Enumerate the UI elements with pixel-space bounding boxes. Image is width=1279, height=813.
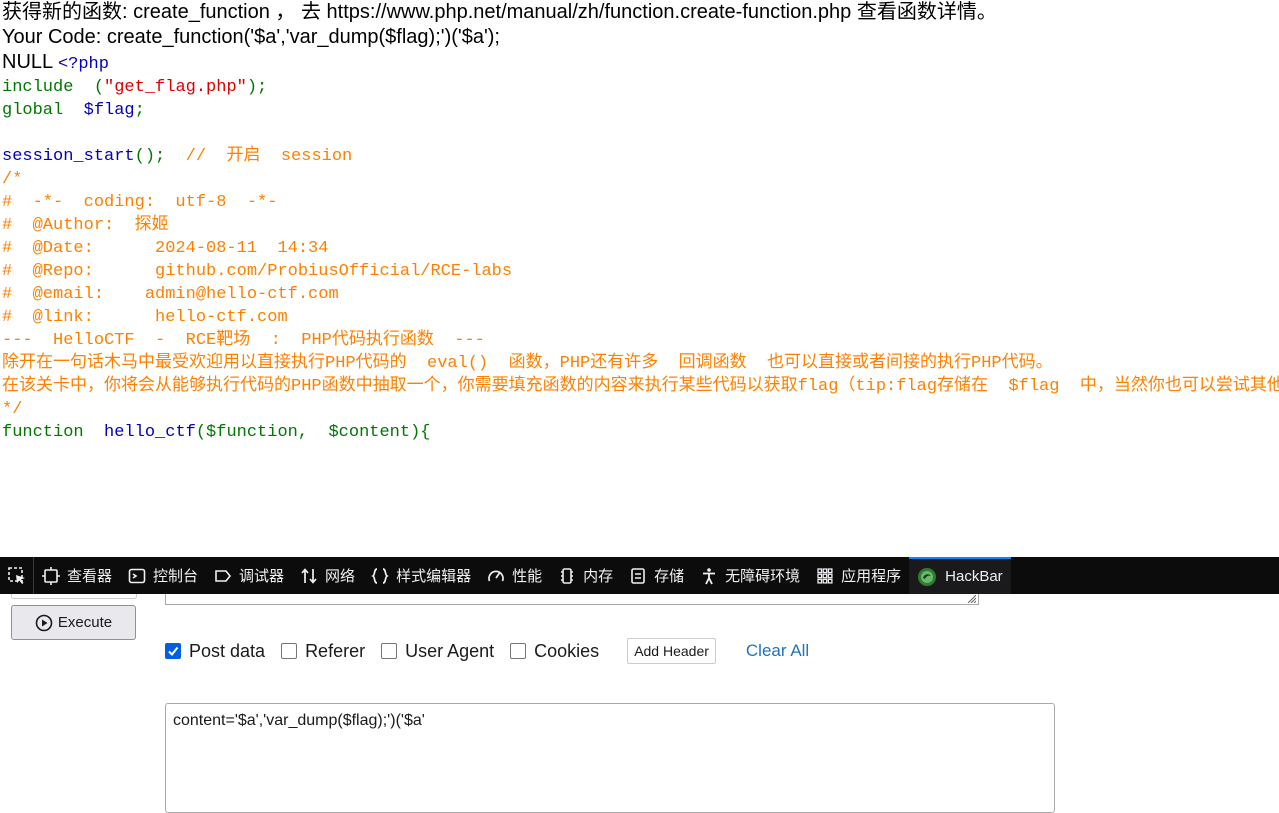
comment-line: # -*- coding: utf-8 -*-: [2, 193, 278, 212]
tab-hackbar[interactable]: HackBar: [909, 557, 1011, 594]
element-picker-icon: [7, 566, 25, 584]
tab-console[interactable]: 控制台: [120, 557, 206, 594]
global-end: ;: [134, 101, 145, 120]
intro-line: 获得新的函数: create_function ， 去 https://www.…: [2, 1, 997, 23]
function-keyword: function: [2, 423, 84, 442]
console-icon: [128, 567, 146, 585]
application-icon: [816, 567, 834, 585]
comment-line: 在该关卡中，你将会从能够执行代码的PHP函数中抽取一个，你需要填充函数的内容来执…: [2, 377, 1279, 396]
inspector-icon: [42, 566, 60, 585]
referer-checkbox[interactable]: [281, 643, 298, 659]
code-function-line: function hello_ctf($function, $content){: [0, 421, 1279, 444]
cookies-label: Cookies: [534, 640, 600, 661]
tab-debugger[interactable]: 调试器: [206, 557, 292, 594]
your-code-line: Your Code: create_function('$a','var_dum…: [2, 26, 500, 48]
tab-label: 网络: [325, 568, 356, 585]
session-paren: ();: [134, 147, 166, 166]
post-data-option[interactable]: Post data: [165, 641, 265, 662]
tab-label: 样式编辑器: [396, 568, 472, 585]
null-output: NULL: [2, 51, 58, 73]
user-agent-checkbox[interactable]: [381, 643, 398, 659]
comment-line: /*: [2, 170, 23, 189]
debugger-icon: [214, 567, 232, 585]
devtools-toolbar: 查看器 控制台 调试器 网络 样式编辑器 性能 内存 存储 无障碍环境 应用程序 HackBar: [0, 557, 1279, 594]
devtools-tabs: 查看器 控制台 调试器 网络 样式编辑器 性能 内存 存储 无障碍环境 应用程序 HackBar: [34, 557, 1011, 594]
comment-line: 除开在一句话木马中最受欢迎用以直接执行PHP代码的 eval() 函数，PHP还…: [2, 354, 1053, 373]
tab-performance[interactable]: 性能: [479, 557, 550, 594]
clear-all-link[interactable]: Clear All: [746, 641, 809, 661]
comment-line: # @Date: 2024-08-11 14:34: [2, 239, 329, 258]
tab-label: 存储: [654, 568, 685, 585]
hackbar-icon: [917, 567, 937, 587]
play-circle-icon: [35, 614, 53, 631]
session-comment: // 开启 session: [165, 147, 353, 166]
tab-application[interactable]: 应用程序: [808, 557, 909, 594]
tab-label: HackBar: [945, 568, 1003, 585]
comment-line: # @email: admin@hello-ctf.com: [2, 285, 339, 304]
performance-icon: [487, 567, 505, 585]
include-string: "get_flag.php": [104, 78, 247, 97]
include-paren: (: [73, 78, 105, 97]
cookies-option[interactable]: Cookies: [510, 641, 599, 662]
code-session-line: session_start(); // 开启 session: [0, 145, 1279, 168]
execute-button[interactable]: Execute: [11, 605, 136, 640]
execute-label: Execute: [57, 614, 113, 631]
cookies-checkbox[interactable]: [510, 643, 527, 659]
network-icon: [300, 567, 318, 585]
function-name: hello_ctf: [83, 423, 196, 442]
accessibility-icon: [700, 567, 718, 585]
add-header-button[interactable]: Add Header: [627, 638, 716, 664]
tab-inspector[interactable]: 查看器: [34, 557, 120, 594]
tab-label: 应用程序: [841, 568, 902, 585]
tab-label: 控制台: [153, 568, 199, 585]
tab-network[interactable]: 网络: [292, 557, 363, 594]
tab-label: 调试器: [239, 568, 285, 585]
function-args: ($function, $content){: [195, 423, 431, 442]
php-open-tag: <?php: [57, 55, 109, 74]
memory-icon: [558, 567, 576, 585]
url-textarea-bottom[interactable]: [165, 594, 979, 605]
tab-label: 无障碍环境: [725, 568, 801, 585]
comment-line: # @link: hello-ctf.com: [2, 308, 288, 327]
tab-label: 内存: [583, 568, 614, 585]
user-agent-label: User Agent: [405, 640, 495, 661]
tab-accessibility[interactable]: 无障碍环境: [692, 557, 808, 594]
tab-style-editor[interactable]: 样式编辑器: [363, 557, 479, 594]
page-content: 获得新的函数: create_function ， 去 https://www.…: [0, 0, 1279, 557]
resize-grip-icon[interactable]: [966, 595, 976, 603]
post-data-checkbox[interactable]: [165, 643, 181, 659]
tab-memory[interactable]: 内存: [550, 557, 621, 594]
code-include-line: include ("get_flag.php");: [0, 76, 1279, 99]
checkmark-icon: [168, 646, 179, 657]
comment-line: */: [2, 400, 23, 419]
include-end: );: [246, 78, 268, 97]
comment-line: # @Author: 探姬: [2, 216, 169, 235]
referer-label: Referer: [305, 640, 366, 661]
null-and-source-open: NULL <?php: [0, 50, 1279, 76]
tab-label: 性能: [512, 568, 543, 585]
tab-label: 查看器: [67, 568, 113, 585]
include-keyword: include: [2, 78, 74, 97]
user-agent-option[interactable]: User Agent: [381, 641, 494, 662]
global-keyword: global: [2, 101, 64, 120]
code-comment-block: /* # -*- coding: utf-8 -*- # @Author: 探姬 # …: [0, 168, 1279, 421]
post-data-label: Post data: [189, 640, 266, 661]
session-fn: session_start: [2, 147, 135, 166]
code-global-line: global $flag;: [0, 99, 1279, 122]
referer-option[interactable]: Referer: [281, 641, 365, 662]
hackbar-options: Post data Referer User Agent Cookies Add…: [165, 636, 809, 666]
global-var: $flag: [63, 101, 135, 120]
comment-line: # @Repo: github.com/ProbiusOfficial/RCE-…: [2, 262, 513, 281]
post-data-textarea[interactable]: content='$a','var_dump($flag);')('$a': [165, 703, 1055, 813]
element-picker-button[interactable]: [0, 557, 34, 594]
storage-icon: [629, 567, 647, 585]
tab-storage[interactable]: 存储: [621, 557, 692, 594]
load-url-button-edge[interactable]: [11, 594, 137, 599]
style-editor-icon: [371, 567, 389, 585]
comment-line: --- HelloCTF - RCE靶场 : PHP代码执行函数 ---: [2, 331, 485, 350]
